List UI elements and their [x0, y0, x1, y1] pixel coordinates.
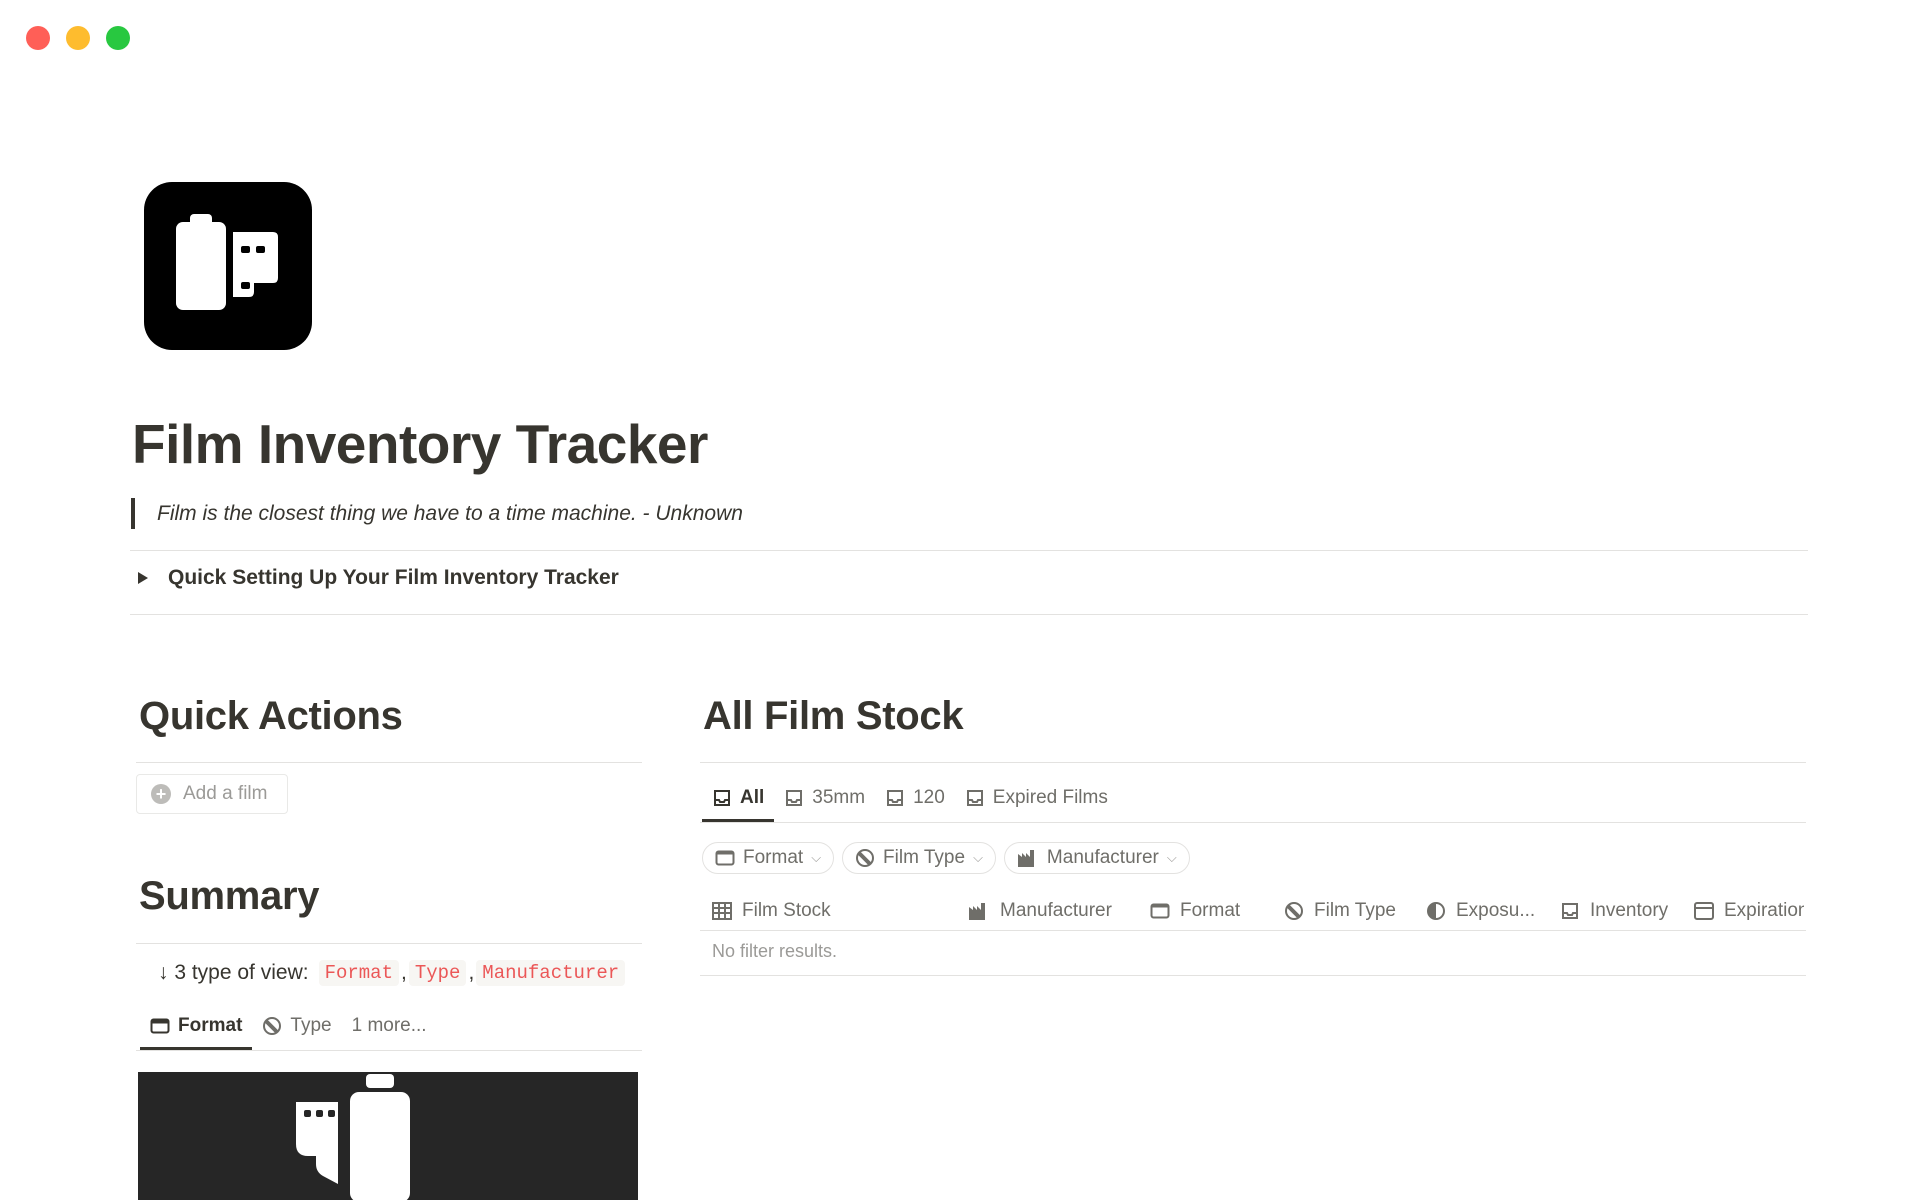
filter-format[interactable]: Format ⌵ — [702, 842, 835, 874]
inline-code-format: Format — [318, 960, 399, 986]
tab-expired-films[interactable]: Expired Films — [955, 776, 1118, 820]
zoom-window-button[interactable] — [106, 26, 130, 50]
column-label: Manufacturer — [1000, 900, 1112, 921]
format-icon — [150, 1018, 170, 1034]
divider — [700, 930, 1806, 931]
summary-heading: Summary — [139, 874, 320, 918]
summary-view-tabs: Format Type 1 more... — [140, 1004, 437, 1050]
add-film-button[interactable]: + Add a film — [136, 774, 288, 814]
filter-bar: Format ⌵ Film Type ⌵ Manufacturer ⌵ — [702, 842, 1190, 874]
calendar-icon — [1694, 902, 1714, 920]
page-quote: Film is the closest thing we have to a t… — [131, 498, 743, 529]
film-stock-heading: All Film Stock — [703, 694, 964, 738]
film-stock-view-tabs: All 35mm 120 Expired Films — [702, 776, 1118, 822]
tab-format[interactable]: Format — [140, 1004, 253, 1050]
divider — [700, 975, 1806, 976]
column-exposures[interactable]: Exposu... — [1426, 892, 1535, 930]
tab-type[interactable]: Type — [252, 1004, 341, 1048]
column-label: Exposu... — [1456, 900, 1536, 921]
filter-label: Film Type — [883, 847, 966, 868]
factory-icon — [968, 901, 990, 921]
separator: , — [401, 961, 407, 984]
filter-label: Manufacturer — [1046, 847, 1159, 868]
table-header: Film Stock Manufacturer Format Film Type… — [702, 892, 1804, 930]
tab-label: 35mm — [812, 787, 866, 808]
inline-code-type: Type — [408, 960, 467, 986]
exposure-icon — [1426, 901, 1446, 921]
filter-label: Format — [743, 847, 804, 868]
film-roll-icon — [296, 1074, 410, 1200]
empty-state-text: No filter results. — [712, 941, 838, 961]
tab-label: Format — [178, 1015, 243, 1036]
column-format[interactable]: Format — [1150, 892, 1240, 930]
inbox-icon — [784, 788, 804, 808]
window-controls — [26, 26, 130, 50]
plus-circle-icon: + — [151, 784, 171, 804]
divider — [136, 1050, 642, 1051]
inbox-icon — [712, 788, 732, 808]
tab-label: 1 more... — [351, 1015, 427, 1036]
inbox-icon — [965, 788, 985, 808]
divider — [130, 614, 1808, 615]
tab-more-views[interactable]: 1 more... — [342, 1004, 437, 1048]
column-label: Film Stock — [742, 900, 831, 921]
format-icon — [715, 850, 735, 866]
format-icon — [1150, 903, 1170, 919]
filter-manufacturer[interactable]: Manufacturer ⌵ — [1003, 842, 1190, 874]
separator: , — [468, 961, 475, 984]
column-label: Format — [1180, 900, 1241, 921]
column-manufacturer[interactable]: Manufacturer — [968, 892, 1112, 930]
divider — [136, 943, 642, 944]
setup-toggle[interactable]: Quick Setting Up Your Film Inventory Tra… — [138, 566, 619, 590]
tab-label: All — [740, 787, 765, 808]
column-inventory[interactable]: Inventory — [1560, 892, 1668, 930]
chevron-down-icon: ⌵ — [811, 850, 822, 865]
divider — [130, 550, 1808, 551]
type-icon — [855, 848, 875, 868]
column-label: Expiration — [1724, 900, 1804, 921]
views-prefix: ↓ 3 type of view: — [158, 961, 309, 984]
tab-label: Type — [290, 1015, 332, 1036]
column-label: Film Type — [1314, 900, 1397, 921]
close-window-button[interactable] — [26, 26, 50, 50]
column-expiration[interactable]: Expiration — [1694, 892, 1804, 930]
filter-film-type[interactable]: Film Type ⌵ — [842, 842, 996, 874]
tab-120[interactable]: 120 — [875, 776, 955, 820]
divider — [700, 762, 1806, 763]
factory-icon — [1017, 848, 1039, 868]
tab-35mm[interactable]: 35mm — [774, 776, 875, 820]
tab-label: 120 — [913, 787, 945, 808]
add-film-label: Add a film — [183, 783, 268, 804]
gallery-card-cover[interactable] — [138, 1072, 638, 1200]
quick-actions-heading: Quick Actions — [139, 694, 403, 738]
chevron-down-icon: ⌵ — [973, 850, 983, 865]
inbox-icon — [1560, 901, 1580, 921]
type-icon — [1284, 901, 1304, 921]
tab-label: Expired Films — [992, 787, 1108, 808]
table-icon — [712, 902, 732, 920]
page-title: Film Inventory Tracker — [132, 413, 708, 475]
setup-toggle-label: Quick Setting Up Your Film Inventory Tra… — [168, 566, 619, 589]
tab-all[interactable]: All — [702, 776, 775, 822]
views-description: ↓ 3 type of view: Format , Type , Manufa… — [158, 960, 627, 986]
inbox-icon — [885, 788, 905, 808]
column-film-stock[interactable]: Film Stock — [712, 892, 831, 930]
chevron-down-icon: ⌵ — [1166, 850, 1177, 865]
type-icon — [262, 1016, 282, 1036]
inline-code-manufacturer: Manufacturer — [476, 960, 626, 986]
column-film-type[interactable]: Film Type — [1284, 892, 1396, 930]
film-canister-icon[interactable] — [144, 182, 312, 350]
minimize-window-button[interactable] — [66, 26, 90, 50]
divider — [700, 822, 1806, 823]
column-label: Inventory — [1590, 900, 1669, 921]
toggle-triangle-icon[interactable] — [138, 572, 148, 584]
divider — [136, 762, 642, 763]
